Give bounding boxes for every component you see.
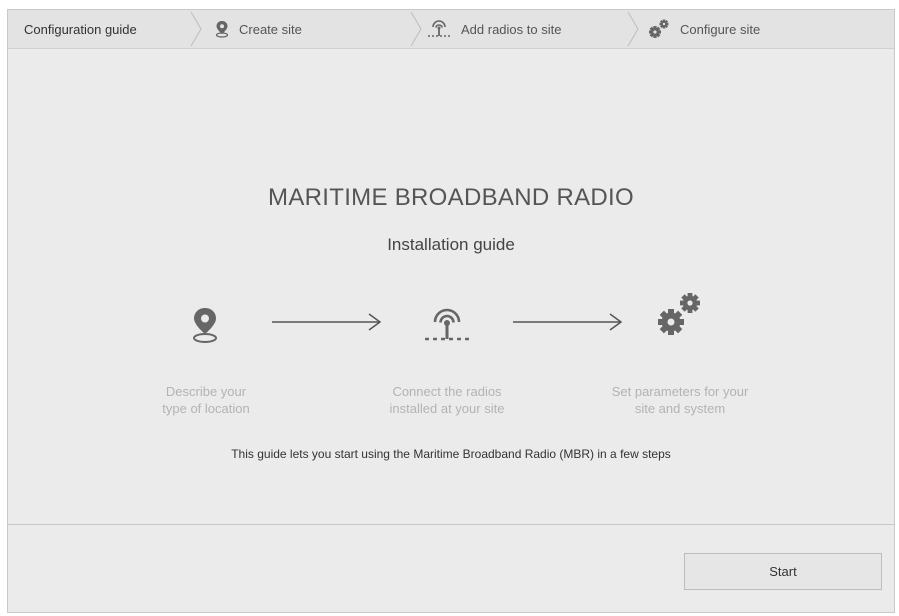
location-pin-icon — [193, 308, 217, 343]
step-description-location: Describe your type of location — [106, 383, 306, 417]
location-pin-icon — [215, 20, 229, 38]
breadcrumb-separator-icon — [190, 11, 202, 47]
page-subtitle: Installation guide — [387, 235, 515, 254]
step-text-line: installed at your site — [389, 401, 505, 416]
radio-antenna-icon — [427, 19, 451, 39]
footer-divider — [8, 524, 894, 525]
breadcrumb-item-configuration-guide[interactable]: Configuration guide — [24, 10, 137, 48]
breadcrumb-item-create-site[interactable]: Create site — [215, 10, 302, 48]
step-description-parameters: Set parameters for your site and system — [580, 383, 780, 417]
page-title: MARITIME BROADBAND RADIO — [268, 184, 634, 211]
breadcrumb-separator-icon — [410, 11, 422, 47]
breadcrumb-label: Configuration guide — [24, 21, 137, 37]
breadcrumb-item-add-radios[interactable]: Add radios to site — [427, 10, 561, 48]
start-button[interactable]: Start — [684, 553, 882, 590]
step-text-line: site and system — [634, 401, 726, 416]
breadcrumb-separator-icon — [627, 11, 639, 47]
radio-antenna-icon — [425, 308, 469, 341]
breadcrumb-item-configure-site[interactable]: Configure site — [648, 10, 760, 48]
step-description-radios: Connect the radios installed at your sit… — [347, 383, 547, 417]
step-text-line: type of location — [162, 401, 250, 416]
breadcrumb: Configuration guide Create site Add radi… — [8, 10, 894, 49]
gears-icon — [648, 19, 670, 39]
step-text-line: Set parameters for your — [611, 384, 749, 399]
arrow-right-icon — [513, 313, 623, 331]
arrow-right-icon — [272, 313, 382, 331]
configuration-guide-window: Configuration guide Create site Add radi… — [7, 9, 895, 613]
breadcrumb-label: Create site — [239, 21, 302, 37]
step-text-line: Describe your — [165, 384, 247, 399]
breadcrumb-label: Add radios to site — [461, 21, 562, 37]
step-text-line: Connect the radios — [392, 384, 502, 399]
gears-icon — [658, 293, 700, 335]
breadcrumb-label: Configure site — [680, 21, 761, 37]
guide-description: This guide lets you start using the Mari… — [231, 447, 671, 461]
